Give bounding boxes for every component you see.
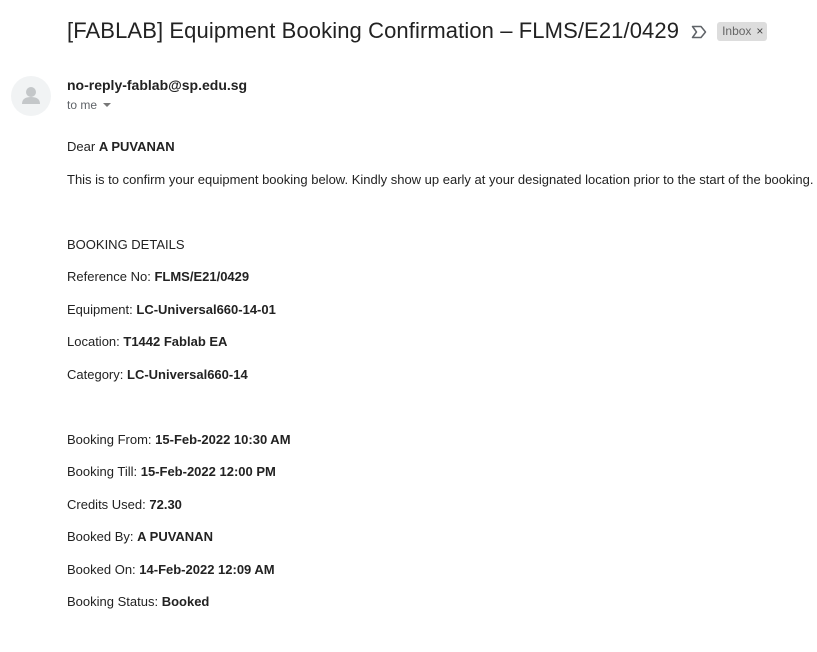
section-heading: BOOKING DETAILS [67,237,185,252]
detail-label: Booked By: [67,529,134,544]
greeting-prefix: Dear [67,139,96,154]
sender-email[interactable]: no-reply-fablab@sp.edu.sg [67,77,247,93]
detail-label: Credits Used: [67,497,146,512]
detail-credits-used: Credits Used: 72.30 [67,497,182,512]
detail-value: A PUVANAN [137,529,213,544]
detail-booking-from: Booking From: 15-Feb-2022 10:30 AM [67,432,291,447]
detail-category: Category: LC-Universal660-14 [67,367,248,382]
detail-label: Booking Till: [67,464,138,479]
detail-label: Category: [67,367,124,382]
caret-down-icon[interactable] [103,103,112,107]
remove-label-icon[interactable]: × [756,23,763,40]
email-subject: [FABLAB] Equipment Booking Confirmation … [67,18,680,43]
detail-label: Equipment: [67,302,133,317]
detail-booked-on: Booked On: 14-Feb-2022 12:09 AM [67,562,275,577]
detail-label: Booked On: [67,562,136,577]
detail-reference-no: Reference No: FLMS/E21/0429 [67,269,249,284]
detail-value: 15-Feb-2022 10:30 AM [155,432,291,447]
greeting-name: A PUVANAN [98,139,175,154]
default-person-avatar-icon [22,87,40,104]
detail-value: 15-Feb-2022 12:00 PM [140,464,276,479]
inbox-label-chip[interactable]: Inbox × [717,22,768,41]
detail-label: Reference No: [67,269,151,284]
detail-booking-status: Booking Status: Booked [67,594,209,609]
detail-booked-by: Booked By: A PUVANAN [67,529,213,544]
detail-label: Booking Status: [67,594,159,609]
email-view: [FABLAB] Equipment Booking Confirmation … [0,0,817,652]
recipient-line[interactable]: to me [67,98,112,112]
detail-value: LC-Universal660-14 [127,367,248,382]
detail-label: Booking From: [67,432,152,447]
detail-location: Location: T1442 Fablab EA [67,334,227,349]
detail-value: T1442 Fablab EA [123,334,228,349]
detail-value: 72.30 [149,497,182,512]
detail-value: Booked [161,594,210,609]
detail-value: LC-Universal660-14-01 [136,302,276,317]
detail-booking-till: Booking Till: 15-Feb-2022 12:00 PM [67,464,276,479]
greeting: Dear A PUVANAN [67,139,175,154]
subject-row: [FABLAB] Equipment Booking Confirmation … [67,18,768,44]
label-important-outline-icon[interactable] [691,25,707,39]
detail-label: Location: [67,334,120,349]
detail-equipment: Equipment: LC-Universal660-14-01 [67,302,276,317]
sender-avatar[interactable] [11,76,51,116]
intro-text: This is to confirm your equipment bookin… [67,172,814,187]
recipient-text: to me [67,98,98,112]
inbox-label-text: Inbox [722,24,752,38]
detail-value: FLMS/E21/0429 [154,269,250,284]
detail-value: 14-Feb-2022 12:09 AM [139,562,275,577]
